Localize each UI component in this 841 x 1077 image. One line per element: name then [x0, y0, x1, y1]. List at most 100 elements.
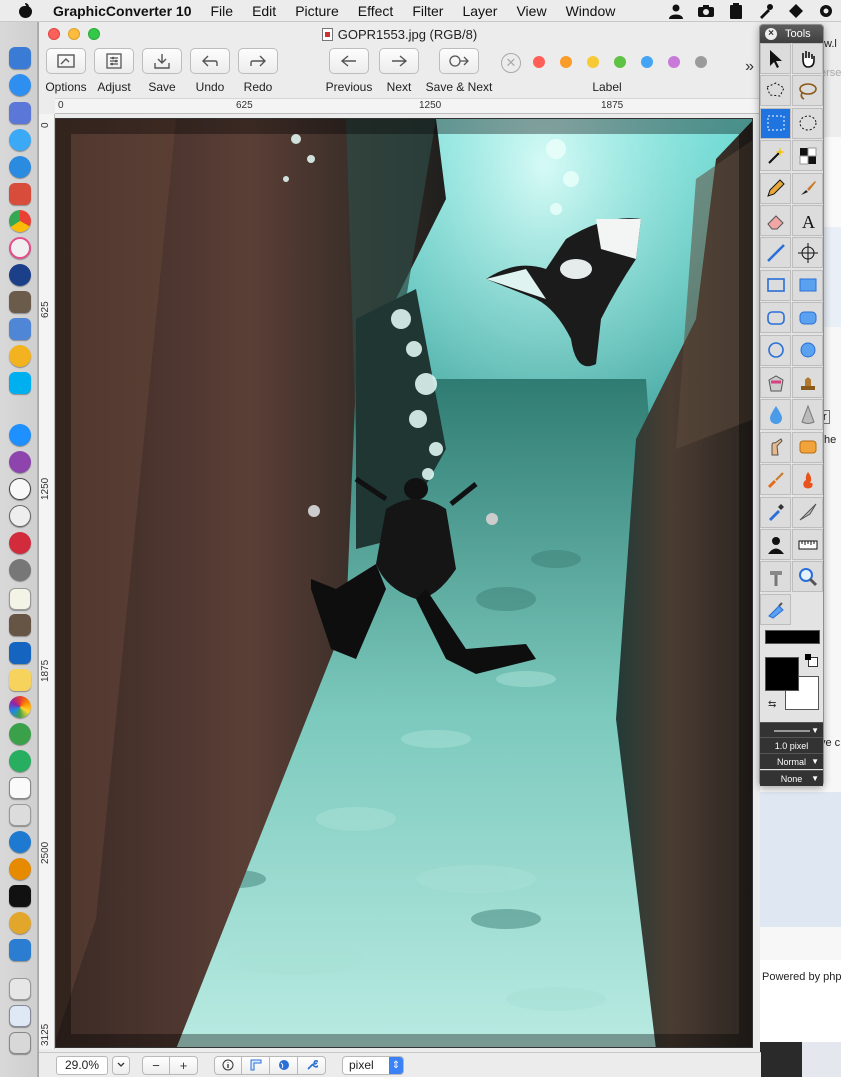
- magic-wand-tool[interactable]: [760, 140, 791, 172]
- docs-folder-icon[interactable]: [9, 1005, 31, 1027]
- apple-menu-icon[interactable]: [17, 2, 35, 19]
- red-brush-tool[interactable]: [760, 464, 791, 496]
- arrow-tool[interactable]: [760, 43, 791, 74]
- tube-tool[interactable]: [760, 593, 791, 625]
- adjust-button[interactable]: [94, 48, 134, 74]
- line-width-display[interactable]: 1.0 pixel: [760, 737, 823, 753]
- default-colors-button[interactable]: [805, 654, 818, 667]
- options-button[interactable]: [46, 48, 86, 74]
- time-machine-icon[interactable]: [9, 505, 31, 527]
- safari-icon[interactable]: [9, 74, 31, 96]
- zoom-out-button[interactable]: −: [142, 1055, 170, 1075]
- menu-filter[interactable]: Filter: [412, 3, 443, 19]
- redo-button[interactable]: [238, 48, 278, 74]
- itunes-icon[interactable]: [9, 237, 31, 259]
- foreground-color-swatch[interactable]: [765, 657, 799, 691]
- menu-app-name[interactable]: GraphicConverter 10: [53, 3, 192, 19]
- skype-icon[interactable]: [9, 372, 31, 394]
- pencil-tool[interactable]: [760, 172, 791, 204]
- sync-icon[interactable]: [9, 750, 31, 772]
- tools-close-button[interactable]: ×: [765, 28, 777, 40]
- mail-icon[interactable]: [9, 102, 31, 124]
- trash-icon[interactable]: [9, 1032, 31, 1054]
- color-wheel-icon[interactable]: [9, 696, 31, 718]
- hand-tool[interactable]: [792, 43, 823, 74]
- dropbox-icon[interactable]: [787, 2, 805, 20]
- s-app-icon[interactable]: [9, 831, 31, 853]
- menu-edit[interactable]: Edit: [252, 3, 276, 19]
- rect-select-tool[interactable]: [760, 107, 791, 139]
- ruler-toggle-button[interactable]: [242, 1055, 270, 1075]
- zoom-tool[interactable]: [792, 561, 823, 593]
- lips-app-icon[interactable]: [9, 532, 31, 554]
- rect-tool[interactable]: [760, 269, 791, 301]
- fire-brush-tool[interactable]: [792, 464, 823, 496]
- document-icon[interactable]: [9, 777, 31, 799]
- label-purple-button[interactable]: [668, 56, 680, 68]
- filled-rect-tool[interactable]: [792, 269, 823, 301]
- line-style-select[interactable]: ▼: [760, 722, 823, 737]
- clock-icon[interactable]: [9, 478, 31, 500]
- sponge-tool[interactable]: [792, 431, 823, 463]
- zoom-in-button[interactable]: +: [170, 1055, 198, 1075]
- menu-effect[interactable]: Effect: [358, 3, 394, 19]
- next-button[interactable]: [379, 48, 419, 74]
- label-gray-button[interactable]: [695, 56, 707, 68]
- label-red-button[interactable]: [533, 56, 545, 68]
- cone-tool[interactable]: [792, 399, 823, 431]
- finger-tool[interactable]: [760, 431, 791, 463]
- system-prefs-icon[interactable]: [9, 559, 31, 581]
- drop-tool[interactable]: [760, 399, 791, 431]
- itunes-alt-icon[interactable]: [9, 451, 31, 473]
- zoom-menu-button[interactable]: [112, 1055, 130, 1075]
- zoom-field[interactable]: 29.0%: [56, 1055, 108, 1075]
- filled-rounded-rect-tool[interactable]: [792, 302, 823, 334]
- menu-view[interactable]: View: [516, 3, 546, 19]
- finder-icon[interactable]: [9, 47, 31, 69]
- measure-tool[interactable]: [792, 529, 823, 560]
- chrome-icon[interactable]: [9, 210, 31, 232]
- tools-icon[interactable]: [757, 2, 775, 20]
- filled-oval-tool[interactable]: [792, 334, 823, 366]
- oval-tool[interactable]: [760, 334, 791, 366]
- text-tool[interactable]: A: [792, 205, 823, 236]
- swap-colors-icon[interactable]: ⇆: [768, 699, 776, 710]
- paint-bucket-tool[interactable]: [760, 367, 791, 398]
- gear-icon[interactable]: [817, 2, 835, 20]
- screen-icon[interactable]: [9, 642, 31, 664]
- line-tool[interactable]: [760, 237, 791, 269]
- app-store-icon[interactable]: [9, 424, 31, 446]
- cyberduck-icon[interactable]: [9, 912, 31, 934]
- save-next-button[interactable]: [439, 48, 479, 74]
- menu-window[interactable]: Window: [566, 3, 616, 19]
- extra-option-select[interactable]: None ▼: [760, 770, 823, 786]
- graphicconverter-icon[interactable]: [9, 291, 31, 313]
- preview-icon[interactable]: [9, 318, 31, 340]
- stickies-icon[interactable]: [9, 669, 31, 691]
- eyedropper-tool[interactable]: [760, 496, 791, 528]
- image-canvas[interactable]: [55, 118, 753, 1048]
- checkerboard-tool[interactable]: [792, 140, 823, 172]
- menu-picture[interactable]: Picture: [295, 3, 339, 19]
- photos-app-icon[interactable]: [9, 183, 31, 205]
- no-label-button[interactable]: ✕: [501, 53, 521, 73]
- vpn-icon[interactable]: [9, 264, 31, 286]
- lasso-tool[interactable]: [792, 75, 823, 107]
- info-button[interactable]: [214, 1055, 242, 1075]
- window-close-button[interactable]: [48, 28, 60, 40]
- automator-icon[interactable]: [9, 614, 31, 636]
- window-zoom-button[interactable]: [88, 28, 100, 40]
- document-proxy-icon[interactable]: [321, 28, 333, 41]
- stamp-tool[interactable]: [792, 367, 823, 398]
- scanner-icon[interactable]: [9, 804, 31, 826]
- plex-icon[interactable]: [9, 858, 31, 880]
- trowel-tool[interactable]: [792, 496, 823, 528]
- eraser-tool[interactable]: [760, 205, 791, 236]
- brush-tool[interactable]: [792, 172, 823, 204]
- color-profile-button[interactable]: [270, 1055, 298, 1075]
- window-minimize-button[interactable]: [68, 28, 80, 40]
- lasso-polygon-tool[interactable]: [760, 75, 791, 107]
- downloads-icon[interactable]: [9, 978, 31, 1000]
- save-button[interactable]: [142, 48, 182, 74]
- previous-button[interactable]: [329, 48, 369, 74]
